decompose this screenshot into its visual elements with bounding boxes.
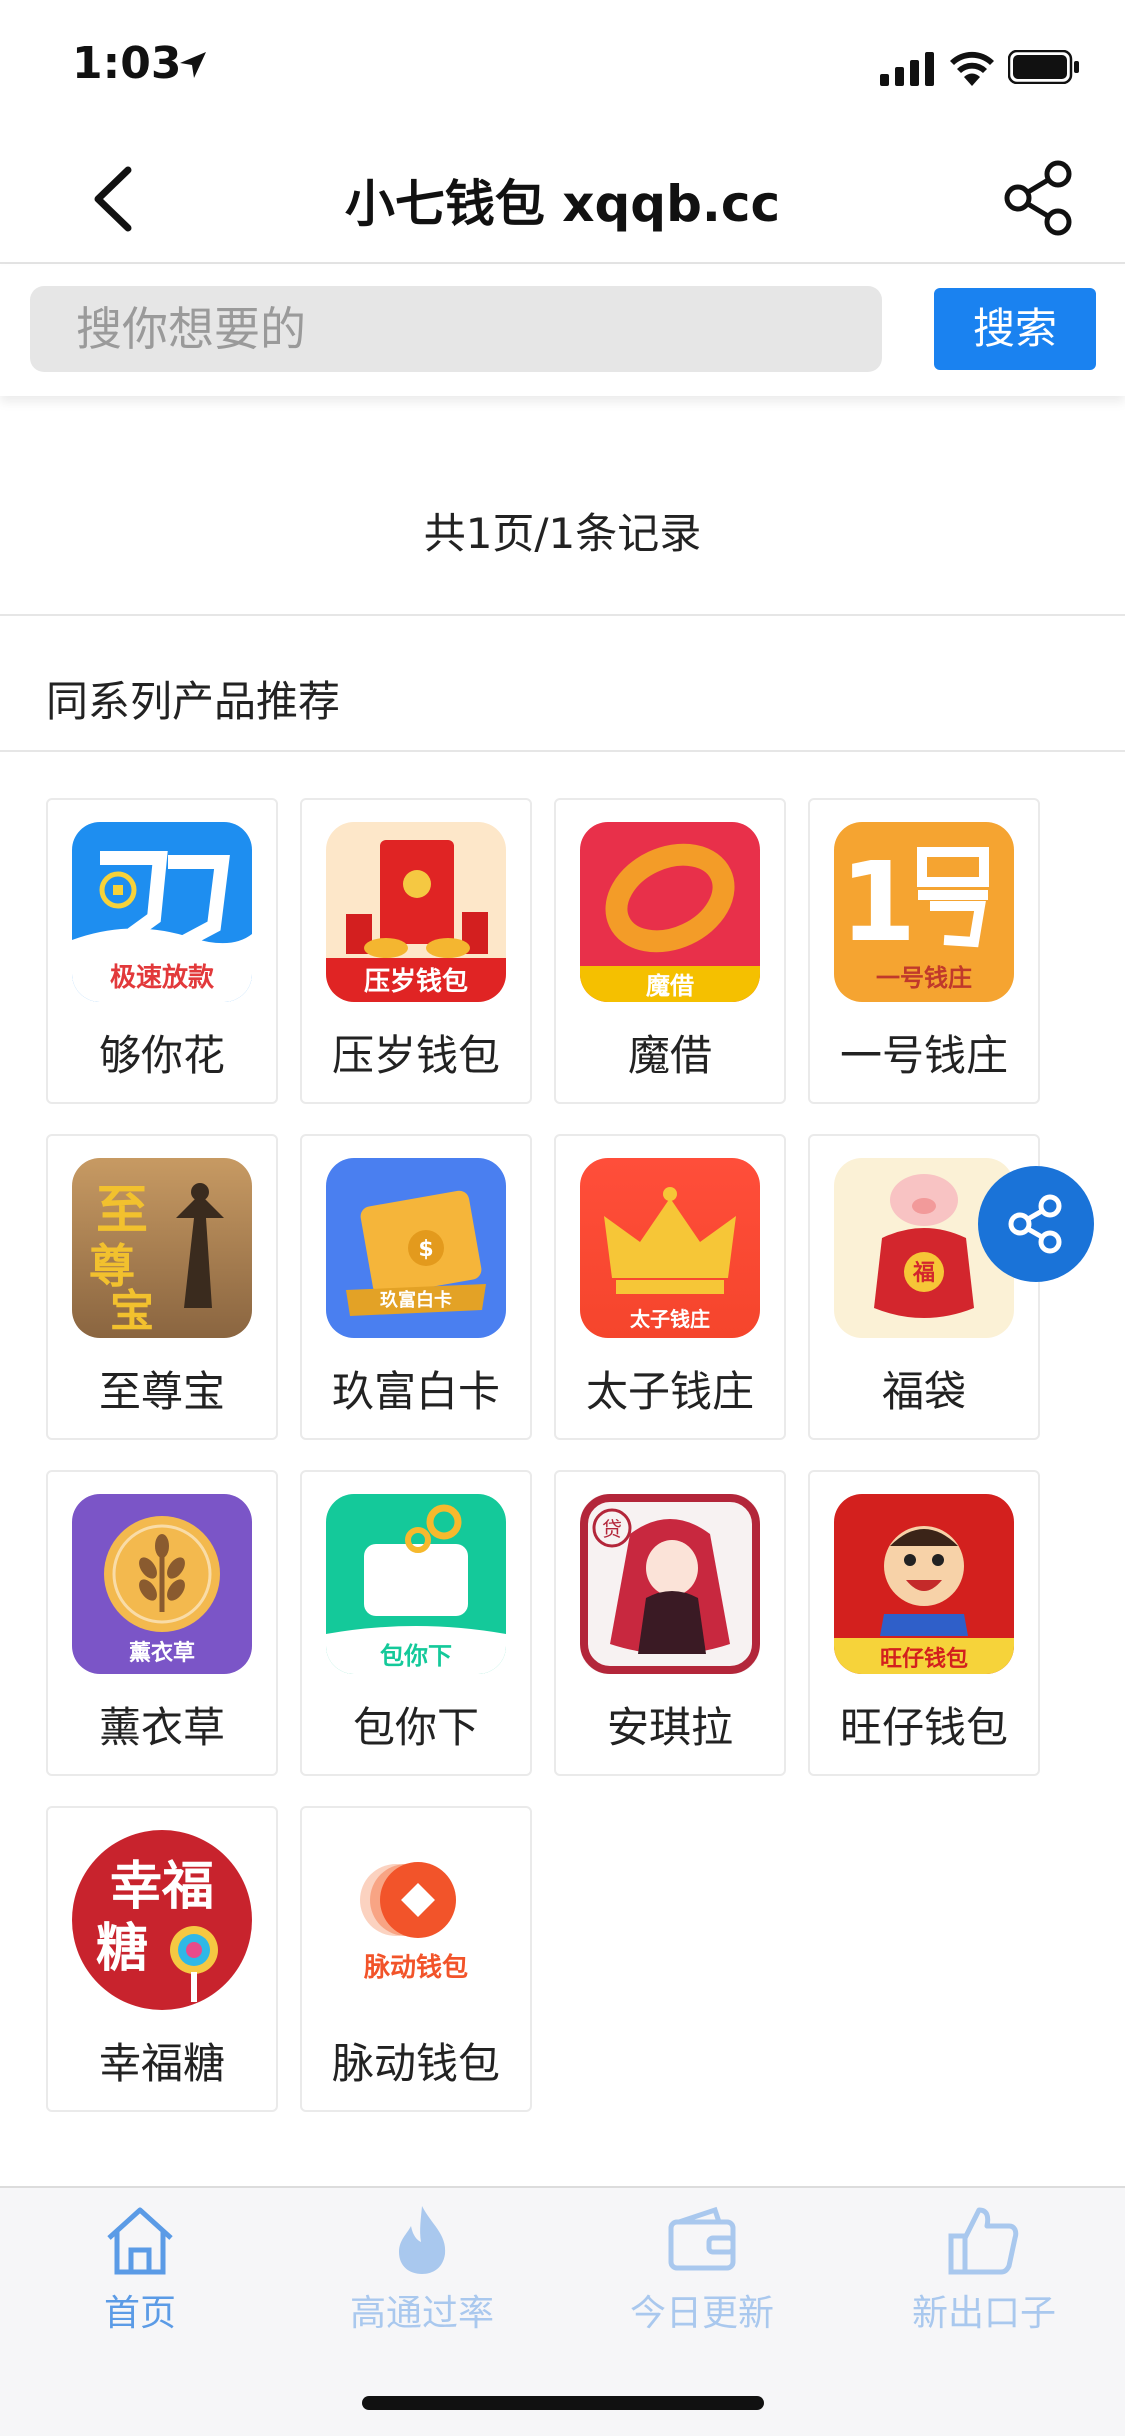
- app-name: 安琪拉: [606, 1703, 733, 1752]
- app-name: 薰衣草: [98, 1703, 225, 1752]
- svg-text:压岁钱包: 压岁钱包: [364, 966, 468, 997]
- app-card[interactable]: 至 尊 宝 至尊宝: [46, 1134, 278, 1440]
- tab-label: 今日更新: [629, 2293, 774, 2334]
- home-icon: [107, 2207, 173, 2275]
- share-icon: [1008, 1194, 1062, 1254]
- wifi-icon: [950, 51, 994, 86]
- wallet-icon: 包你下: [326, 1494, 506, 1674]
- home-indicator: [362, 2396, 764, 2410]
- wangzai-icon: 旺仔钱包: [834, 1494, 1014, 1674]
- tab-today-updates[interactable]: 今日更新: [602, 2202, 802, 2342]
- app-name: 包你下: [352, 1703, 479, 1752]
- app-name: 魔借: [627, 1031, 712, 1080]
- anime-girl-icon: 贷: [580, 1494, 760, 1674]
- lavender-icon: 薰衣草: [72, 1494, 252, 1674]
- share-icon[interactable]: [1004, 160, 1074, 236]
- svg-text:太子钱庄: 太子钱庄: [630, 1307, 710, 1331]
- app-card[interactable]: 太子钱庄 太子钱庄: [554, 1134, 786, 1440]
- gold-card-icon: $ 玖富白卡: [326, 1158, 506, 1338]
- page-title: 小七钱包 xqqb.cc: [344, 175, 781, 233]
- svg-text:宝: 宝: [110, 1286, 154, 1337]
- app-name: 一号钱庄: [839, 1031, 1008, 1080]
- flame-icon: [399, 2206, 446, 2274]
- app-name: 够你花: [98, 1031, 225, 1080]
- status-time: 1:03: [72, 38, 182, 89]
- svg-text:极速放款: 极速放款: [110, 962, 215, 993]
- svg-text:玖富白卡: 玖富白卡: [380, 1289, 452, 1311]
- search-input[interactable]: 搜你想要的: [30, 286, 882, 372]
- app-name: 旺仔钱包: [839, 1703, 1008, 1752]
- svg-text:1: 1: [840, 838, 917, 966]
- app-card[interactable]: 脉动钱包 脉动钱包: [300, 1806, 532, 2112]
- svg-text:贷: 贷: [602, 1517, 622, 1541]
- svg-text:魔借: 魔借: [646, 972, 694, 1000]
- battery-icon: [1008, 50, 1079, 84]
- app-card[interactable]: 压岁钱包 压岁钱包: [300, 798, 532, 1104]
- pulse-icon: 脉动钱包: [326, 1830, 506, 2010]
- crown-icon: 太子钱庄: [580, 1158, 760, 1338]
- ring-icon: 魔借: [580, 822, 760, 1002]
- app-card[interactable]: 1 一号钱庄 一号钱庄: [808, 798, 1040, 1104]
- app-card[interactable]: 旺仔钱包 旺仔钱包: [808, 1470, 1040, 1776]
- location-arrow-icon: [180, 52, 206, 78]
- svg-text:脉动钱包: 脉动钱包: [364, 1952, 468, 1983]
- app-name: 脉动钱包: [331, 2039, 500, 2088]
- monkey-king-icon: 至 尊 宝: [72, 1158, 252, 1338]
- tab-label: 高通过率: [349, 2293, 494, 2334]
- number-one-icon: 1 一号钱庄: [834, 822, 1014, 1002]
- section-title: 同系列产品推荐: [46, 677, 341, 726]
- svg-text:尊: 尊: [89, 1239, 135, 1293]
- search-bar: 搜你想要的 搜索: [0, 266, 1125, 396]
- svg-text:至: 至: [96, 1180, 148, 1241]
- svg-text:一号钱庄: 一号钱庄: [876, 964, 972, 992]
- app-name: 玖富白卡: [331, 1367, 500, 1416]
- tab-label: 首页: [103, 2293, 176, 2334]
- app-name: 福袋: [881, 1367, 966, 1416]
- tab-label: 新出口子: [911, 2293, 1056, 2334]
- app-card[interactable]: 薰衣草 薰衣草: [46, 1470, 278, 1776]
- app-card[interactable]: $ 玖富白卡 玖富白卡: [300, 1134, 532, 1440]
- svg-text:糖: 糖: [96, 1919, 148, 1979]
- cell-signal-icon: [880, 52, 934, 86]
- app-name: 太子钱庄: [585, 1367, 754, 1416]
- app-name: 至尊宝: [98, 1367, 225, 1416]
- search-button[interactable]: 搜索: [934, 288, 1096, 370]
- svg-text:旺仔钱包: 旺仔钱包: [880, 1646, 968, 1672]
- svg-text:福: 福: [912, 1261, 935, 1286]
- app-card[interactable]: 贷 安琪拉: [554, 1470, 786, 1776]
- svg-text:$: $: [418, 1237, 433, 1262]
- svg-text:薰衣草: 薰衣草: [129, 1640, 195, 1666]
- tab-home[interactable]: 首页: [40, 2202, 240, 2342]
- svg-text:包你下: 包你下: [380, 1642, 452, 1670]
- tab-new-offers[interactable]: 新出口子: [884, 2202, 1084, 2342]
- divider: [0, 614, 1125, 616]
- money-hook-icon: 极速放款: [72, 822, 252, 1002]
- app-name: 压岁钱包: [331, 1031, 500, 1080]
- lollipop-icon: 幸福 糖: [72, 1830, 252, 2010]
- record-count: 共1页/1条记录: [423, 509, 702, 558]
- app-card[interactable]: 包你下 包你下: [300, 1470, 532, 1776]
- divider: [0, 750, 1125, 752]
- nav-bar: 小七钱包 xqqb.cc: [0, 132, 1125, 264]
- app-card[interactable]: 极速放款 够你花: [46, 798, 278, 1104]
- status-bar: 1:03: [0, 0, 1125, 132]
- app-card[interactable]: 魔借 魔借: [554, 798, 786, 1104]
- thumbs-up-icon: [948, 2207, 1019, 2275]
- app-card[interactable]: 幸福 糖 幸福糖: [46, 1806, 278, 2112]
- tab-high-pass-rate[interactable]: 高通过率: [322, 2202, 522, 2342]
- app-name: 幸福糖: [98, 2039, 225, 2088]
- red-envelope-icon: 压岁钱包: [326, 822, 506, 1002]
- svg-text:幸福: 幸福: [110, 1857, 214, 1917]
- floating-share-button[interactable]: [978, 1166, 1094, 1282]
- wallet-icon: [668, 2206, 736, 2271]
